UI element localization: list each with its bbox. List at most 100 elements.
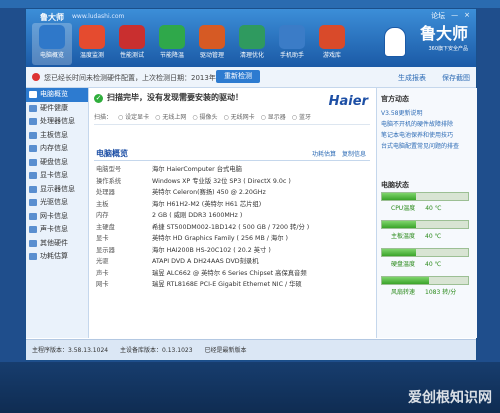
row-key: 电脑型号: [96, 166, 122, 173]
sidebar-item[interactable]: 网卡信息: [26, 210, 88, 224]
driver-step[interactable]: ○ 显示器: [261, 114, 286, 121]
window-controls: 论坛 — ×: [431, 11, 470, 21]
row-key: 主板: [96, 200, 109, 208]
driver-step[interactable]: ○ 无线网卡: [223, 114, 254, 121]
close-button[interactable]: ×: [464, 11, 470, 21]
toolbar-item[interactable]: 温度监测: [72, 23, 112, 65]
sidebar-item[interactable]: 显卡信息: [26, 169, 88, 183]
desktop-strip: [0, 0, 500, 8]
row-key: 显示器: [96, 246, 115, 254]
sidebar-item-label: 声卡信息: [40, 225, 68, 233]
status-bar: 主程序版本：3.58.13.1024 主设备库版本：0.13.1023 已经是最…: [26, 339, 476, 360]
update-status: 已经是最新版本: [204, 347, 247, 354]
sidebar-item[interactable]: 硬件健康: [26, 102, 88, 116]
toolbar-item-label: 驱动管理: [199, 52, 224, 59]
app-url: www.ludashi.com: [72, 13, 125, 20]
sidebar-item[interactable]: 显示器信息: [26, 183, 88, 197]
watermark: 爱创根知识网: [408, 390, 492, 406]
sidebar-item[interactable]: 内存信息: [26, 142, 88, 156]
toolbar-item[interactable]: 游戏库: [312, 23, 352, 65]
meter-fill: [382, 221, 417, 228]
sidebar-item-icon: [29, 253, 37, 260]
sidebar-item-icon: [29, 118, 37, 125]
driver-step[interactable]: ○ 设定显卡: [118, 114, 149, 121]
table-row: 主硬盘 希捷 ST500DM002-1BD142 ( 500 GB / 7200 …: [96, 222, 372, 234]
state-meter: 风扇转速 1083 转/分: [381, 276, 469, 298]
row-value: 2 GB ( 威刚 DDR3 1600MHz ): [152, 212, 243, 219]
meter-label-row: 主板温度 40 ℃: [381, 231, 469, 240]
news-link[interactable]: 台式电脑配置常见问题的排查: [377, 140, 477, 151]
toolbar-item[interactable]: 性能测试: [112, 23, 152, 65]
sidebar-item[interactable]: 处理器信息: [26, 115, 88, 129]
sidebar-item-label: 网卡信息: [40, 211, 68, 220]
meter-label: 硬盘温度: [391, 261, 416, 268]
meter-label-row: 硬盘温度 40 ℃: [381, 259, 469, 268]
sidebar-item-icon: [29, 104, 37, 112]
news-link[interactable]: 笔记本电池保养和使用技巧: [377, 129, 477, 140]
meter-value: 40 ℃: [425, 261, 442, 268]
main-toolbar: 电脑概览 温度监测 性能测试 节能降温 驱动管理 清理优化 手机助手 游戏库: [32, 23, 352, 65]
sidebar-item[interactable]: 硬盘信息: [26, 156, 88, 170]
forum-link[interactable]: 论坛: [431, 11, 445, 21]
sidebar-item-label: 显示器信息: [40, 184, 75, 193]
driver-step[interactable]: ○ 摄像头: [192, 114, 217, 121]
toolbar-item-icon: [79, 25, 105, 49]
main-version: 主程序版本：3.58.13.1024: [32, 347, 109, 354]
divider: [94, 124, 370, 125]
news-link[interactable]: V3.58更新说明: [377, 107, 477, 118]
detect-notice-bar: 您已经长时间未检测硬件配置，上次检测日期：2013年7月10日 重新检测 生成报…: [26, 67, 476, 88]
sidebar-item-label: 其他硬件: [40, 238, 68, 247]
table-row: 网卡 瑞昱 RTL8168E PCI-E Gigabit Ethernet NIC…: [96, 279, 372, 291]
toolbar-item[interactable]: 节能降温: [152, 23, 192, 65]
row-key: 网卡: [96, 281, 109, 288]
table-row: 电脑型号 海尔 HaierComputer 台式电脑: [96, 164, 372, 176]
toolbar-item[interactable]: 手机助手: [272, 23, 312, 65]
table-row: 操作系统 Windows XP 专业版 32位 SP3 ( DirectX 9.0…: [96, 176, 372, 188]
power-estimate-link[interactable]: 功耗估算: [312, 151, 336, 158]
toolbar-item[interactable]: 清理优化: [232, 23, 272, 65]
sidebar-item[interactable]: 电脑概览: [26, 88, 88, 102]
sidebar-item[interactable]: 主板信息: [26, 129, 88, 143]
row-value: 瑞昱 RTL8168E PCI-E Gigabit Ethernet NIC /…: [152, 281, 302, 288]
row-key: 显卡: [96, 235, 109, 242]
alert-icon: [32, 73, 40, 81]
meter-value: 40 ℃: [425, 205, 442, 212]
copy-info-link[interactable]: 复制信息: [342, 151, 366, 158]
sidebar-item-icon: [29, 212, 37, 220]
sidebar-item-label: 硬盘信息: [40, 157, 68, 166]
driver-step[interactable]: ○ 蓝牙: [292, 114, 311, 121]
toolbar-item-icon: [279, 25, 305, 49]
meter-fill: [382, 249, 417, 256]
row-key: 内存: [96, 212, 109, 219]
driver-step: 扫描：: [94, 114, 113, 121]
sidebar-item[interactable]: 功耗估算: [26, 250, 88, 264]
sidebar-item-icon: [29, 199, 37, 206]
notice-text: 您已经长时间未检测硬件配置，上次检测日期：2013年7月10日: [44, 74, 244, 82]
news-link[interactable]: 电脑不开机的硬件故障排除: [377, 118, 477, 129]
sidebar-item-label: 光驱信息: [40, 198, 68, 206]
sidebar-item-icon: [29, 158, 37, 166]
official-news-list: V3.58更新说明 电脑不开机的硬件故障排除 笔记本电池保养和使用技巧 台式电脑配置常…: [377, 107, 477, 151]
meter-bar: [381, 192, 469, 201]
driver-step[interactable]: ○ 无线上网: [155, 114, 186, 121]
meter-label-row: CPU温度 40 ℃: [381, 203, 469, 212]
redetect-button[interactable]: 重新检测: [216, 70, 260, 83]
table-row: 显示器 海尔 HAI200B HS-20C102 ( 20.2 英寸 ): [96, 245, 372, 257]
row-value: ATAPI DVD A DH24AAS DVD刻录机: [152, 258, 259, 265]
toolbar-item-label: 温度监测: [79, 52, 104, 59]
toolbar-item[interactable]: 驱动管理: [192, 23, 232, 65]
minimize-button[interactable]: —: [451, 11, 458, 21]
toolbar-item[interactable]: 电脑概览: [32, 23, 72, 65]
sidebar-item[interactable]: 声卡信息: [26, 223, 88, 237]
sidebar-item-label: 主板信息: [40, 130, 68, 139]
generate-report-link[interactable]: 生成报表: [398, 73, 426, 83]
row-key: 声卡: [96, 269, 109, 277]
sidebar: 电脑概览 硬件健康处理器信息 主板信息内存信息 硬盘信息显卡信息 显示器信息光驱信息网卡…: [26, 88, 89, 338]
overview-table: 电脑型号 海尔 HaierComputer 台式电脑 操作系统 Windows XP …: [96, 164, 372, 291]
row-value: 希捷 ST500DM002-1BD142 ( 500 GB / 7200 转/分…: [152, 223, 310, 231]
sidebar-item-label: 硬件健康: [40, 103, 68, 112]
sidebar-item[interactable]: 其他硬件: [26, 237, 88, 251]
save-screenshot-link[interactable]: 保存截图: [442, 73, 470, 83]
sidebar-item[interactable]: 光驱信息: [26, 196, 88, 210]
row-value: 海尔 H61H2-M2 (英特尔 H61 芯片组): [152, 200, 262, 208]
